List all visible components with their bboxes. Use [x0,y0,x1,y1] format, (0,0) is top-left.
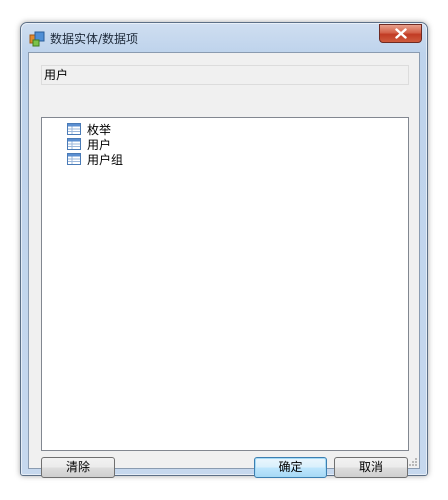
table-icon [67,123,81,135]
cancel-button[interactable]: 取消 [334,457,408,478]
close-icon [380,25,421,42]
app-icon [29,31,45,47]
entity-tree[interactable]: 枚举 用户 用户组 [41,117,409,451]
ok-button[interactable]: 确定 [254,457,327,478]
table-icon [67,138,81,150]
clear-button[interactable]: 清除 [41,457,115,478]
resize-grip-icon[interactable] [407,456,417,466]
title-bar[interactable]: 数据实体/数据项 [21,23,427,51]
selected-path-field: 用户 [41,65,409,85]
tree-item-label: 用户组 [87,152,124,167]
close-button[interactable] [379,24,422,43]
dialog-client-area: 用户 枚举 用户 用户组 清除 确定 取消 [28,52,420,478]
tree-item-user-group[interactable]: 用户组 [67,151,123,167]
table-icon [67,153,81,165]
dialog-window: 数据实体/数据项 用户 枚举 用户 用户组 清除 确定 取消 [20,22,428,478]
window-title: 数据实体/数据项 [50,32,139,46]
